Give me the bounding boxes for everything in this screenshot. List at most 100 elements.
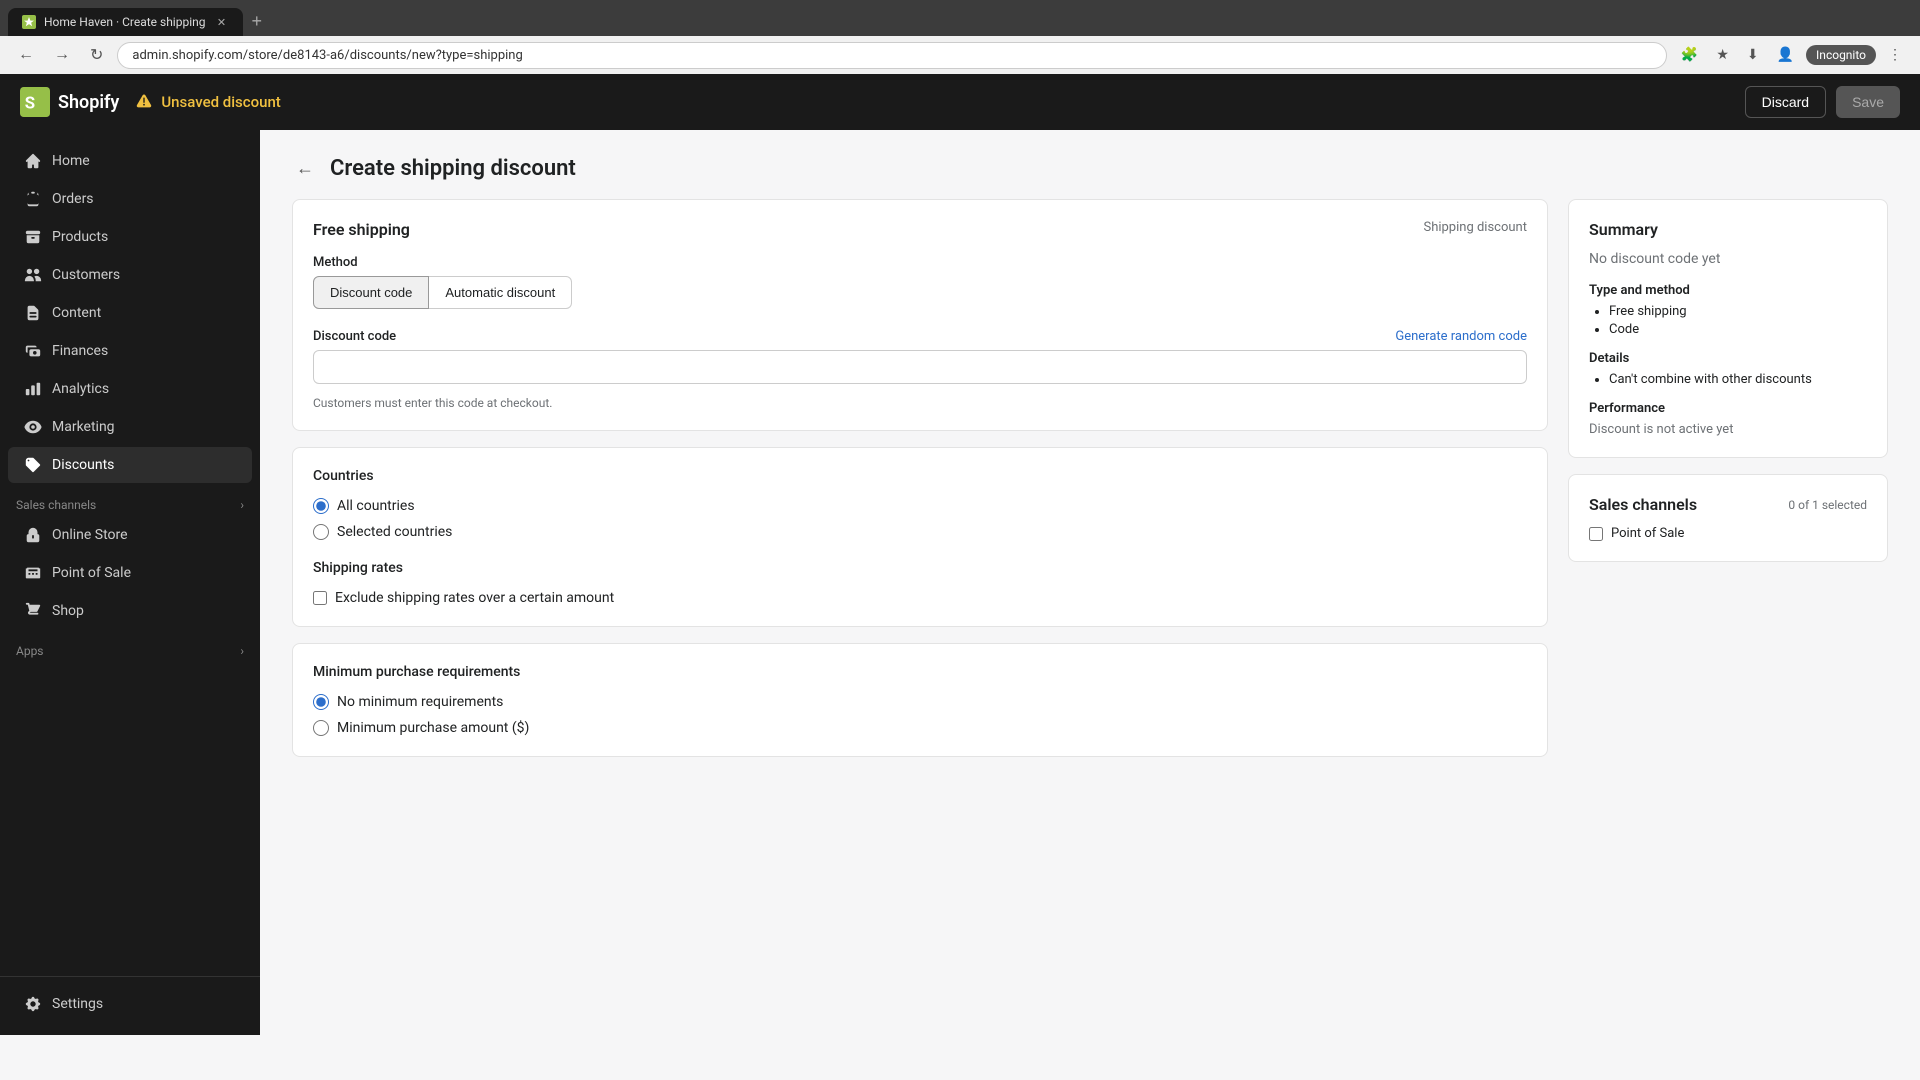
bookmark-icon[interactable]: ★ (1710, 43, 1735, 67)
discount-code-row: Discount code Generate random code (313, 329, 1527, 344)
sidebar-item-content[interactable]: Content (8, 295, 252, 331)
selected-countries-option[interactable]: Selected countries (313, 524, 1527, 540)
sidebar-bottom: Settings (0, 976, 260, 1023)
sidebar-item-label: Content (52, 305, 101, 321)
all-countries-radio[interactable] (313, 498, 329, 514)
sidebar-item-label: Home (52, 153, 90, 169)
new-tab-button[interactable]: + (243, 7, 270, 36)
sales-channels-section-header[interactable]: Sales channels › (0, 484, 260, 516)
save-button[interactable]: Save (1836, 86, 1900, 118)
pos-channel-label: Point of Sale (1611, 526, 1684, 541)
details-item-1: Can't combine with other discounts (1609, 372, 1867, 387)
nav-actions: 🧩 ★ ⬇ 👤 Incognito ⋮ (1675, 43, 1908, 67)
back-nav-button[interactable]: ← (12, 42, 40, 68)
apps-expand-icon: › (240, 644, 244, 658)
address-text: admin.shopify.com/store/de8143-a6/discou… (132, 48, 522, 63)
form-column: Free shipping Shipping discount Method D… (292, 199, 1548, 773)
method-label: Method (313, 255, 1527, 270)
summary-column: Summary No discount code yet Type and me… (1568, 199, 1888, 773)
apps-section-header[interactable]: Apps › (0, 630, 260, 662)
favicon-icon (22, 15, 36, 29)
sidebar-item-finances[interactable]: Finances (8, 333, 252, 369)
selected-countries-label: Selected countries (337, 524, 452, 540)
sales-channels-title: Sales channels (1589, 495, 1697, 514)
type-method-item-1: Free shipping (1609, 304, 1867, 319)
min-purchase-radio-group: No minimum requirements Minimum purchase… (313, 694, 1527, 736)
generate-random-code-link[interactable]: Generate random code (1395, 329, 1527, 344)
sidebar-item-label: Customers (52, 267, 120, 283)
unsaved-warning: Unsaved discount (135, 93, 1728, 111)
sidebar-item-label: Online Store (52, 527, 128, 543)
page-title: Create shipping discount (330, 156, 576, 181)
exclude-rates-checkbox[interactable] (313, 591, 327, 605)
incognito-badge: Incognito (1806, 45, 1876, 65)
menu-icon[interactable]: ⋮ (1882, 43, 1908, 67)
min-amount-label: Minimum purchase amount ($) (337, 720, 529, 736)
exclude-rates-label: Exclude shipping rates over a certain am… (335, 590, 614, 606)
discount-code-tab[interactable]: Discount code (313, 276, 429, 309)
back-button[interactable]: ← (292, 154, 318, 183)
profile-icon[interactable]: 👤 (1771, 43, 1800, 67)
exclude-rates-option[interactable]: Exclude shipping rates over a certain am… (313, 590, 1527, 606)
all-countries-option[interactable]: All countries (313, 498, 1527, 514)
unsaved-label: Unsaved discount (161, 93, 280, 111)
sidebar-item-label: Finances (52, 343, 108, 359)
channel-item-pos: Point of Sale (1589, 526, 1867, 541)
sidebar-item-label: Discounts (52, 457, 114, 473)
sidebar-item-marketing[interactable]: Marketing (8, 409, 252, 445)
selected-countries-radio[interactable] (313, 524, 329, 540)
sidebar-item-shop[interactable]: Shop (8, 593, 252, 629)
sidebar-item-point-of-sale[interactable]: Point of Sale (8, 555, 252, 591)
sidebar-item-orders[interactable]: Orders (8, 181, 252, 217)
sales-channels-label: Sales channels (16, 498, 96, 512)
extension-icon[interactable]: 🧩 (1675, 43, 1704, 67)
min-purchase-label: Minimum purchase requirements (313, 664, 1527, 680)
sidebar-item-products[interactable]: Products (8, 219, 252, 255)
no-min-option[interactable]: No minimum requirements (313, 694, 1527, 710)
sidebar-item-home[interactable]: Home (8, 143, 252, 179)
content-grid: Free shipping Shipping discount Method D… (260, 199, 1920, 805)
forward-nav-button[interactable]: → (48, 42, 76, 68)
sidebar-item-customers[interactable]: Customers (8, 257, 252, 293)
browser-tab[interactable]: Home Haven · Create shipping ✕ (8, 8, 243, 36)
performance-text: Discount is not active yet (1589, 422, 1867, 437)
type-method-list: Free shipping Code (1589, 304, 1867, 337)
page-header: ← Create shipping discount (260, 130, 1920, 199)
min-amount-radio[interactable] (313, 720, 329, 736)
app-layout: Home Orders Products Customers Content F… (0, 130, 1920, 1035)
discount-code-label: Discount code (313, 329, 396, 344)
shipping-rates-label: Shipping rates (313, 560, 1527, 576)
download-icon[interactable]: ⬇ (1741, 43, 1765, 67)
no-min-radio[interactable] (313, 694, 329, 710)
address-bar[interactable]: admin.shopify.com/store/de8143-a6/discou… (117, 42, 1666, 69)
svg-text:S: S (25, 94, 35, 114)
countries-radio-group: All countries Selected countries (313, 498, 1527, 540)
sidebar-item-settings[interactable]: Settings (8, 986, 252, 1022)
automatic-discount-tab[interactable]: Automatic discount (429, 276, 572, 309)
sidebar-item-discounts[interactable]: Discounts (8, 447, 252, 483)
details-title: Details (1589, 351, 1867, 366)
min-amount-option[interactable]: Minimum purchase amount ($) (313, 720, 1527, 736)
logo-text: Shopify (58, 92, 119, 113)
details-list: Can't combine with other discounts (1589, 372, 1867, 387)
type-method-title: Type and method (1589, 283, 1867, 298)
sidebar-item-label: Products (52, 229, 108, 245)
expand-icon: › (240, 498, 244, 512)
method-tabs: Discount code Automatic discount (313, 276, 1527, 309)
sidebar-item-label: Shop (52, 603, 84, 619)
min-purchase-card-body: Minimum purchase requirements No minimum… (293, 644, 1547, 756)
apps-label: Apps (16, 644, 44, 658)
summary-title: Summary (1589, 220, 1867, 239)
discount-code-input[interactable] (313, 350, 1527, 384)
sidebar-item-online-store[interactable]: Online Store (8, 517, 252, 553)
pos-channel-checkbox[interactable] (1589, 527, 1603, 541)
sidebar-item-label: Orders (52, 191, 94, 207)
discard-button[interactable]: Discard (1745, 86, 1826, 118)
type-method-item-2: Code (1609, 322, 1867, 337)
reload-button[interactable]: ↻ (84, 41, 109, 69)
shopify-logo: S Shopify (20, 87, 119, 117)
main-content: ← Create shipping discount Free shipping… (260, 130, 1920, 1035)
tab-close-button[interactable]: ✕ (213, 14, 229, 30)
sidebar-item-analytics[interactable]: Analytics (8, 371, 252, 407)
sidebar-item-label: Analytics (52, 381, 109, 397)
